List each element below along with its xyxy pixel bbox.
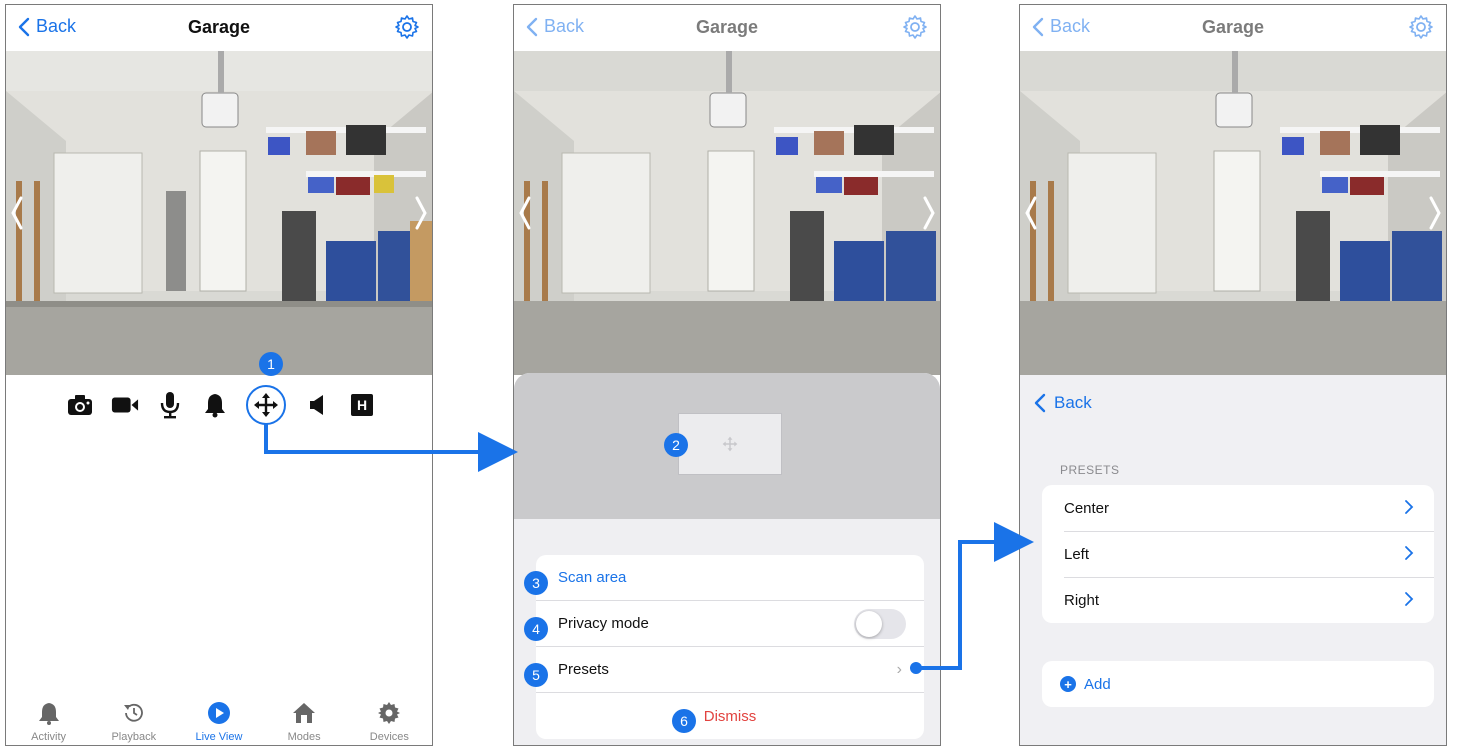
tab-activity[interactable]: Activity [13, 701, 85, 743]
callout-3: 3 [524, 571, 548, 595]
previous-camera-icon[interactable] [518, 196, 532, 230]
header: Back Garage [1020, 5, 1446, 51]
action-sheet: 2 Scan area Privacy mode Presets › Dismi… [514, 373, 940, 745]
play-icon [207, 702, 230, 724]
camera-feed [6, 51, 432, 375]
gear-icon[interactable] [1408, 14, 1434, 40]
gear-icon[interactable] [902, 14, 928, 40]
next-camera-icon[interactable] [1428, 196, 1442, 230]
privacy-mode-toggle[interactable] [854, 609, 906, 639]
ptz-panel: 2 [514, 373, 940, 519]
preset-label: Center [1064, 499, 1110, 517]
garage-image [514, 51, 940, 375]
move-button[interactable] [246, 385, 286, 425]
hd-button[interactable]: H [348, 391, 376, 419]
preset-label: Left [1064, 545, 1090, 563]
chevron-right-icon [1405, 592, 1414, 606]
move-icon [254, 393, 278, 417]
camera-feed [1020, 51, 1446, 375]
chevron-right-icon: › [896, 660, 902, 678]
presets-row[interactable]: Presets › [536, 647, 924, 693]
presets-label: Presets [558, 661, 609, 678]
tab-devices[interactable]: Devices [353, 701, 425, 743]
chevron-right-icon [1405, 500, 1414, 514]
privacy-mode-label: Privacy mode [558, 615, 649, 632]
page-title: Garage [187, 17, 251, 37]
preset-center[interactable]: Center [1042, 485, 1434, 531]
garage-image [1020, 51, 1446, 375]
preset-label: Right [1064, 591, 1100, 609]
previous-camera-icon[interactable] [1024, 196, 1038, 230]
ptz-options-screen: Back Garage 2 Scan area Privacy mode Pre… [513, 4, 941, 746]
tab-label: Devices [369, 731, 409, 743]
page-title: Garage [695, 17, 759, 37]
scan-area-row[interactable]: Scan area [536, 555, 924, 601]
microphone-icon[interactable] [156, 391, 184, 419]
camera-icon[interactable] [66, 391, 94, 419]
history-icon [123, 703, 143, 722]
chevron-right-icon [1405, 546, 1414, 560]
presets-panel: Back PRESETS Center Left Right + Add [1020, 375, 1446, 745]
previous-camera-icon[interactable] [10, 196, 24, 230]
presets-screen: Back Garage Back PRESETS Center Left Rig… [1019, 4, 1447, 746]
ptz-joystick[interactable] [678, 413, 782, 475]
move-icon [722, 436, 738, 452]
video-icon[interactable] [111, 391, 139, 419]
callout-1: 1 [259, 352, 283, 376]
tab-label: Live View [195, 731, 243, 743]
gear-icon [378, 702, 401, 724]
presets-back-button[interactable]: Back [1034, 393, 1092, 413]
bell-icon[interactable] [201, 391, 229, 419]
section-label: PRESETS [1060, 463, 1120, 477]
chevron-left-icon [1034, 393, 1046, 413]
hd-label: H [356, 397, 368, 413]
add-preset-button[interactable]: + Add [1042, 661, 1434, 707]
tab-bar: Activity Playback Live View Modes Device… [6, 699, 432, 745]
callout-4: 4 [524, 617, 548, 641]
header: Back Garage [6, 5, 432, 51]
scan-area-label: Scan area [558, 569, 627, 586]
speaker-icon[interactable] [303, 391, 331, 419]
preset-right[interactable]: Right [1042, 577, 1434, 623]
callout-5: 5 [524, 663, 548, 687]
tab-live-view[interactable]: Live View [183, 701, 255, 743]
tab-label: Activity [31, 731, 67, 743]
gear-icon[interactable] [394, 14, 420, 40]
callout-6: 6 [672, 709, 696, 733]
page-title: Garage [1201, 17, 1265, 37]
plus-icon: + [1060, 676, 1076, 692]
next-camera-icon[interactable] [922, 196, 936, 230]
dismiss-button[interactable]: Dismiss [536, 693, 924, 739]
preset-left[interactable]: Left [1042, 531, 1434, 577]
live-view-screen: Back Garage H Activity Playback Live Vie… [5, 4, 433, 746]
next-camera-icon[interactable] [414, 196, 428, 230]
bell-icon [38, 703, 59, 725]
header: Back Garage [514, 5, 940, 51]
add-label: Add [1084, 675, 1111, 693]
tab-label: Modes [287, 731, 321, 743]
garage-image [6, 51, 432, 375]
dismiss-label: Dismiss [703, 707, 757, 725]
presets-back-label: Back [1054, 393, 1092, 412]
options-card: Scan area Privacy mode Presets › Dismiss [536, 555, 924, 739]
camera-controls: H [66, 385, 376, 425]
privacy-mode-row: Privacy mode [536, 601, 924, 647]
camera-feed [514, 51, 940, 375]
home-icon [293, 703, 316, 723]
callout-2: 2 [664, 433, 688, 457]
tab-modes[interactable]: Modes [268, 701, 340, 743]
tab-label: Playback [111, 731, 157, 743]
presets-list: Center Left Right [1042, 485, 1434, 623]
tab-playback[interactable]: Playback [98, 701, 170, 743]
